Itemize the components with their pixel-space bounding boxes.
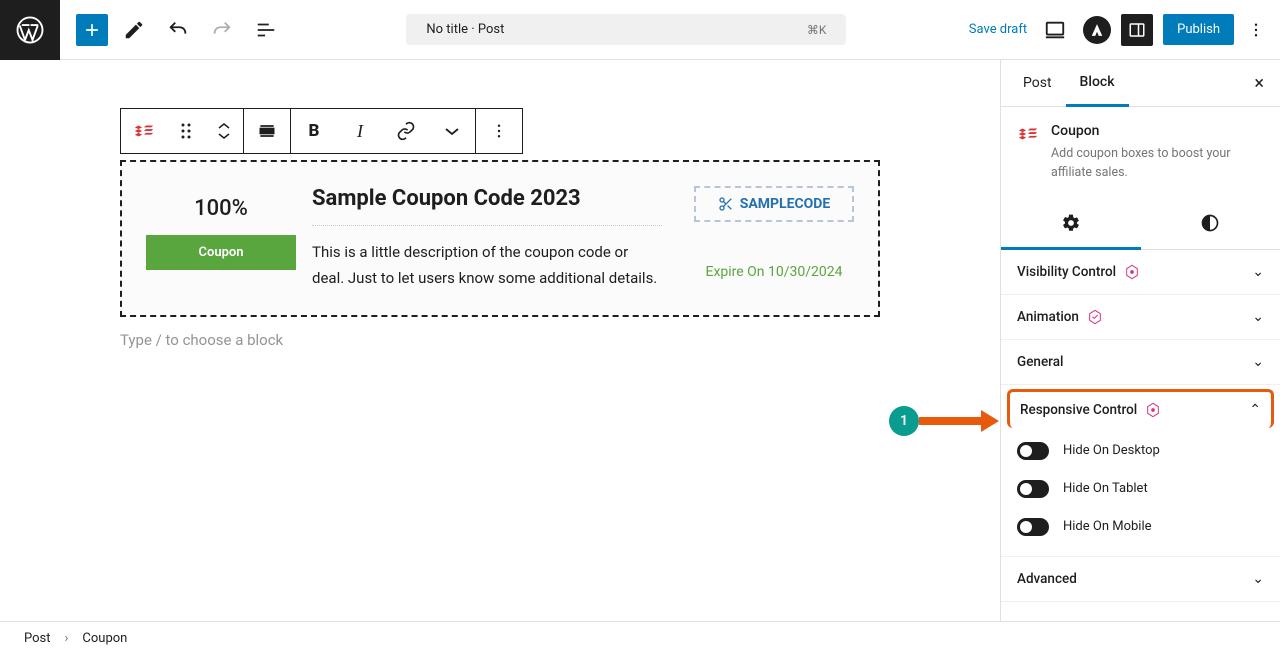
block-name-label: Coupon — [1051, 123, 1264, 139]
more-format-button[interactable] — [429, 109, 475, 153]
block-toolbar: B I — [120, 108, 523, 154]
link-button[interactable] — [383, 109, 429, 153]
topbar-left-tools — [60, 12, 284, 48]
panel-general[interactable]: General ⌄ — [1001, 340, 1280, 385]
sidebar-toggle-button[interactable] — [1121, 14, 1153, 46]
drag-handle[interactable] — [167, 109, 205, 153]
block-desc-label: Add coupon boxes to boost your affiliate… — [1051, 145, 1264, 183]
add-block-button[interactable] — [76, 14, 108, 46]
top-bar: No title · Post ⌘K Save draft Publish — [0, 0, 1280, 60]
toggle-hide-tablet[interactable] — [1017, 480, 1049, 498]
panel-visibility-label: Visibility Control — [1017, 264, 1116, 280]
mode-tabs — [1001, 199, 1280, 250]
toggle-hide-desktop[interactable] — [1017, 442, 1049, 460]
coupon-left: 100% Coupon — [146, 186, 296, 291]
toggle-hide-mobile-row: Hide On Mobile — [1001, 508, 1280, 557]
breadcrumb-separator-icon: › — [65, 631, 69, 646]
edit-mode-button[interactable] — [116, 12, 152, 48]
editor-canvas[interactable]: B I 100% Coupon Sample Coupon Code 2023 … — [0, 60, 1000, 621]
sidebar-close-button[interactable]: × — [1246, 65, 1272, 102]
panel-animation[interactable]: Animation ⌄ — [1001, 295, 1280, 340]
panel-advanced[interactable]: Advanced ⌄ — [1001, 557, 1280, 602]
scissors-icon — [718, 196, 734, 212]
move-up-down[interactable] — [205, 109, 243, 153]
wordpress-logo[interactable] — [0, 0, 60, 60]
keyboard-shortcut: ⌘K — [807, 23, 827, 37]
annotation-number: 1 — [889, 406, 919, 436]
coupon-divider — [312, 225, 662, 226]
block-type-icon — [1017, 125, 1039, 183]
coupon-code-text: SAMPLECODE — [740, 196, 831, 212]
breadcrumb-block[interactable]: Coupon — [82, 631, 127, 646]
toggle-hide-mobile[interactable] — [1017, 518, 1049, 536]
document-title-bar[interactable]: No title · Post ⌘K — [406, 14, 846, 45]
topbar-center: No title · Post ⌘K — [284, 14, 969, 45]
tab-post[interactable]: Post — [1009, 61, 1066, 105]
contrast-icon — [1200, 213, 1220, 233]
block-description: Coupon Add coupon boxes to boost your af… — [1001, 107, 1280, 199]
chevron-down-icon: ⌄ — [1252, 354, 1264, 370]
panel-responsive[interactable]: Responsive Control ⌃ — [1007, 389, 1274, 428]
coupon-code[interactable]: SAMPLECODE — [694, 186, 854, 222]
settings-tab[interactable] — [1001, 199, 1141, 250]
toggle-hide-mobile-label: Hide On Mobile — [1063, 519, 1152, 534]
settings-sidebar: Post Block × Coupon Add coupon boxes to … — [1000, 60, 1280, 621]
hexagon-icon — [1087, 309, 1103, 325]
undo-button[interactable] — [160, 12, 196, 48]
panel-responsive-label: Responsive Control — [1020, 402, 1137, 418]
document-title: No title · Post — [426, 22, 504, 37]
save-draft-button[interactable]: Save draft — [969, 22, 1027, 37]
publish-button[interactable]: Publish — [1163, 14, 1234, 45]
align-button[interactable] — [244, 109, 290, 153]
preview-button[interactable] — [1037, 12, 1073, 48]
gear-icon — [1061, 213, 1081, 233]
toggle-hide-desktop-label: Hide On Desktop — [1063, 443, 1160, 458]
tab-block[interactable]: Block — [1066, 60, 1129, 107]
panel-visibility[interactable]: Visibility Control ⌄ — [1001, 250, 1280, 295]
sidebar-tabs: Post Block × — [1001, 60, 1280, 107]
coupon-badge[interactable]: Coupon — [146, 235, 296, 270]
italic-button[interactable]: I — [337, 109, 383, 153]
hexagon-icon — [1145, 402, 1161, 418]
workspace: B I 100% Coupon Sample Coupon Code 2023 … — [0, 60, 1280, 621]
coupon-title[interactable]: Sample Coupon Code 2023 — [312, 186, 662, 211]
annotation-arrow-icon — [919, 414, 999, 428]
style-tab[interactable] — [1141, 199, 1280, 249]
chevron-down-icon: ⌄ — [1252, 264, 1264, 280]
annotation-callout: 1 — [889, 406, 999, 436]
coupon-block[interactable]: 100% Coupon Sample Coupon Code 2023 This… — [120, 160, 880, 317]
more-options-button[interactable] — [1244, 21, 1268, 39]
toggle-hide-tablet-row: Hide On Tablet — [1001, 470, 1280, 508]
block-icon[interactable] — [121, 109, 167, 153]
block-placeholder[interactable]: Type / to choose a block — [120, 331, 880, 349]
breadcrumb-bar: Post › Coupon — [0, 621, 1280, 655]
topbar-right-tools: Save draft Publish — [969, 12, 1280, 48]
toggle-hide-tablet-label: Hide On Tablet — [1063, 481, 1148, 496]
coupon-middle: Sample Coupon Code 2023 This is a little… — [312, 186, 678, 291]
redo-button[interactable] — [204, 12, 240, 48]
block-more-button[interactable] — [476, 109, 522, 153]
chevron-up-icon: ⌃ — [1249, 402, 1261, 418]
panel-animation-label: Animation — [1017, 309, 1079, 325]
breadcrumb-post[interactable]: Post — [24, 631, 51, 646]
document-overview-button[interactable] — [248, 12, 284, 48]
panel-general-label: General — [1017, 354, 1063, 370]
bold-button[interactable]: B — [291, 109, 337, 153]
panel-advanced-label: Advanced — [1017, 571, 1077, 587]
astra-icon[interactable] — [1083, 16, 1111, 44]
chevron-down-icon: ⌄ — [1252, 571, 1264, 587]
hexagon-icon — [1124, 264, 1140, 280]
coupon-description[interactable]: This is a little description of the coup… — [312, 240, 662, 291]
coupon-expire[interactable]: Expire On 10/30/2024 — [694, 264, 854, 280]
coupon-percent[interactable]: 100% — [146, 186, 296, 235]
toggle-hide-desktop-row: Hide On Desktop — [1001, 432, 1280, 470]
chevron-down-icon: ⌄ — [1252, 309, 1264, 325]
coupon-right: SAMPLECODE Expire On 10/30/2024 — [694, 186, 854, 291]
